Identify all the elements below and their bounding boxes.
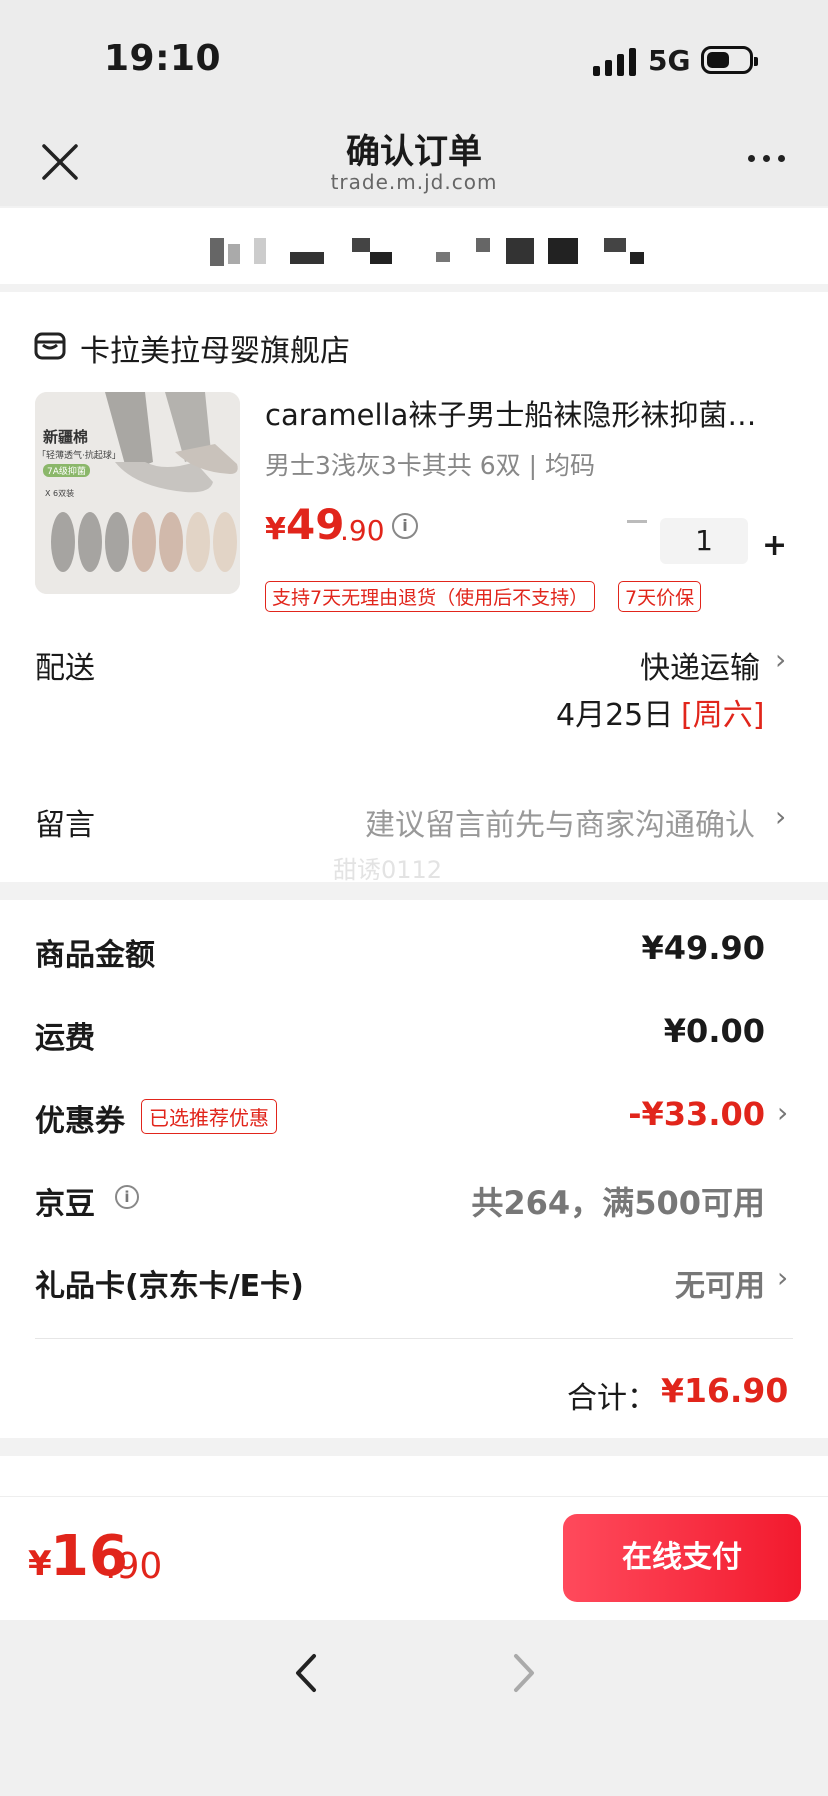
pay-symbol: ¥ [28,1544,52,1584]
increase-quantity-button[interactable]: + [762,528,787,563]
product-image[interactable]: 新疆棉 「轻薄透气·抗起球」 7A级抑菌 X 6双装 [35,392,240,594]
price-decimal: .90 [340,514,385,547]
info-icon[interactable]: i [392,513,418,539]
battery-icon [701,46,758,74]
return-policy-tag: 支持7天无理由退货（使用后不支持） [265,581,596,612]
freight-label: 运费 [35,1021,95,1056]
signal-icon [593,46,637,76]
info-icon[interactable]: i [115,1185,139,1209]
goods-amount-label: 商品金额 [35,938,155,973]
invoice-row-peek [0,1456,828,1496]
price-integer: 49 [286,500,345,549]
coupon-label: 优惠券 [35,1104,125,1139]
message-label: 留言 [35,808,95,843]
product-title[interactable]: caramella袜子男士船袜隐形袜抑菌… [265,392,785,434]
address-bar-blurred[interactable] [0,208,828,284]
pay-amount-decimal: .90 [105,1546,163,1587]
forward-icon[interactable] [506,1650,540,1696]
store-name[interactable]: 卡拉美拉母婴旗舰店 [80,326,350,370]
image-count: X 6双装 [45,489,75,498]
coupon-value[interactable]: -¥33.00 [560,1095,765,1133]
freight-value: ¥0.00 [663,1012,765,1050]
pay-online-button[interactable]: 在线支付 [563,1514,801,1602]
summary-card [0,900,828,1438]
page-title: 确认订单 [346,132,482,172]
watermark: 甜诱0112 [333,856,443,884]
price-protect-tag: 7天价保 [618,581,702,612]
chevron-right-icon[interactable]: › [777,1261,788,1294]
page-url: trade.m.jd.com [330,170,498,194]
message-input[interactable]: 建议留言前先与商家沟通确认 [365,800,755,844]
giftcard-value[interactable]: 无可用 [560,1261,765,1305]
jingdou-value: 共264，满500可用 [471,1184,765,1222]
chevron-right-icon[interactable]: › [775,800,786,833]
store-icon [34,332,66,360]
image-brand-label: 新疆棉 [43,428,89,446]
coupon-badge: 已选推荐优惠 [141,1099,277,1134]
browser-toolbar [0,1620,828,1796]
total-label: 合计： [567,1381,657,1416]
delivery-date: 4月25日 [556,698,674,733]
status-time: 19:10 [104,38,222,79]
jingdou-label: 京豆 [35,1187,95,1222]
chevron-right-icon[interactable]: › [777,1096,788,1129]
product-spec[interactable]: 男士3浅灰3卡其共 6双 | 均码 [265,446,595,482]
back-icon[interactable] [290,1650,324,1696]
giftcard-label: 礼品卡(京东卡/E卡) [35,1269,304,1304]
decrease-quantity-button[interactable] [627,520,647,523]
more-icon[interactable] [748,155,785,162]
quantity-field[interactable]: 1 [660,518,748,564]
shipping-method[interactable]: 快递运输 [640,643,760,687]
image-badge: 7A级抑菌 [43,464,90,477]
divider [35,1338,793,1339]
price-symbol: ¥ [265,512,286,547]
chevron-right-icon[interactable]: › [775,643,786,676]
goods-amount-value: ¥49.90 [641,929,765,967]
delivery-weekday: [周六] [681,698,765,733]
total-value: ¥16.90 [661,1371,789,1410]
shipping-label: 配送 [35,651,95,686]
network-label: 5G [648,44,691,77]
image-sub-label: 「轻薄透气·抗起球」 [37,451,121,461]
